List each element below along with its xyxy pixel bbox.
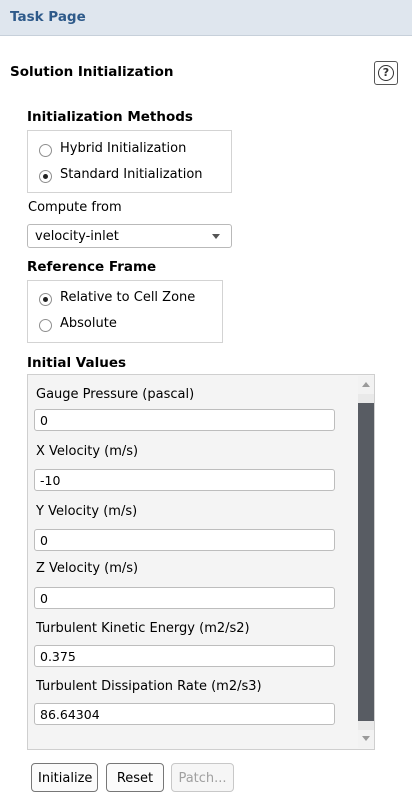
initial-values-panel: Gauge Pressure (pascal) X Velocity (m/s)… [27, 374, 375, 750]
compute-from-label: Compute from [28, 200, 122, 215]
relative-to-cell-zone-label: Relative to Cell Zone [60, 290, 196, 305]
reference-frame-group: Relative to Cell Zone Absolute [27, 280, 223, 343]
absolute-label: Absolute [60, 316, 117, 331]
scroll-up-arrow-icon[interactable] [358, 376, 374, 394]
task-page-header: Task Page [0, 0, 412, 36]
gauge-pressure-label: Gauge Pressure (pascal) [36, 387, 195, 402]
help-button[interactable]: ? [374, 61, 398, 85]
patch-button[interactable]: Patch... [171, 763, 234, 792]
hybrid-initialization-radio[interactable] [39, 144, 52, 157]
initial-values-title: Initial Values [27, 355, 127, 371]
turbulent-kinetic-energy-input[interactable] [34, 645, 335, 667]
reference-frame-title: Reference Frame [27, 259, 157, 275]
y-velocity-input[interactable] [34, 529, 335, 551]
turbulent-dissipation-rate-input[interactable] [34, 703, 335, 725]
initial-values-scrollbar[interactable] [358, 376, 374, 748]
absolute-radio[interactable] [39, 319, 52, 332]
z-velocity-input[interactable] [34, 587, 335, 609]
standard-initialization-radio[interactable] [39, 170, 52, 183]
standard-initialization-label: Standard Initialization [60, 167, 203, 182]
gauge-pressure-input[interactable] [34, 409, 335, 431]
turbulent-dissipation-rate-label: Turbulent Dissipation Rate (m2/s3) [36, 679, 262, 694]
task-page-title: Task Page [10, 9, 86, 25]
y-velocity-label: Y Velocity (m/s) [36, 504, 138, 519]
compute-from-dropdown[interactable]: velocity-inlet [27, 224, 232, 248]
scroll-down-arrow-icon[interactable] [358, 730, 374, 748]
turbulent-kinetic-energy-label: Turbulent Kinetic Energy (m2/s2) [36, 621, 250, 636]
reset-button[interactable]: Reset [106, 763, 164, 792]
initialization-methods-group: Hybrid Initialization Standard Initializ… [27, 130, 232, 193]
initialization-methods-title: Initialization Methods [27, 109, 193, 125]
initialize-button[interactable]: Initialize [31, 763, 98, 792]
relative-to-cell-zone-radio[interactable] [39, 293, 52, 306]
compute-from-value: velocity-inlet [35, 229, 119, 244]
z-velocity-label: Z Velocity (m/s) [36, 561, 139, 576]
help-icon: ? [378, 65, 394, 81]
x-velocity-input[interactable] [34, 469, 335, 491]
hybrid-initialization-label: Hybrid Initialization [60, 141, 187, 156]
x-velocity-label: X Velocity (m/s) [36, 444, 139, 459]
panel-title: Solution Initialization [10, 64, 174, 80]
scrollbar-thumb[interactable] [358, 403, 374, 721]
chevron-down-icon [212, 234, 220, 239]
